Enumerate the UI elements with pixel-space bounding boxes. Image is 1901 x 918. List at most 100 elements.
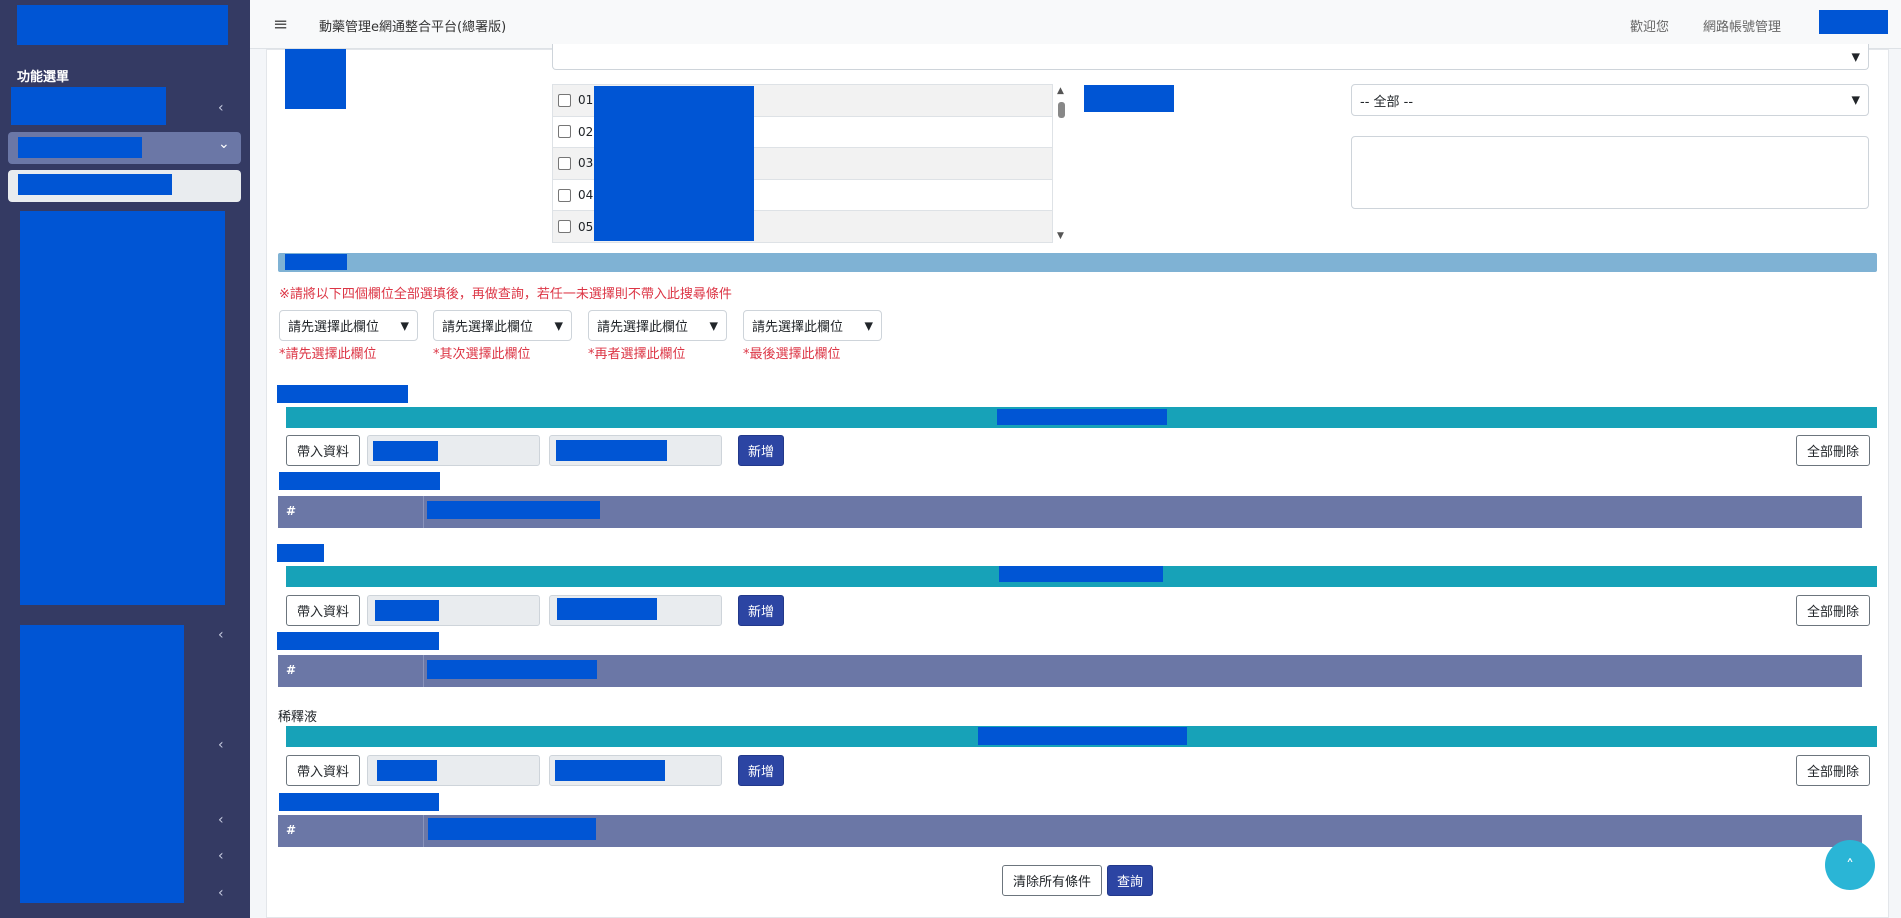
section-header-label (285, 254, 347, 270)
section-2-table-column-header (427, 660, 597, 679)
all-select[interactable]: -- 全部 -- ▼ (1351, 84, 1869, 116)
chevron-left-icon[interactable]: ‹ (218, 627, 224, 643)
section-2-table-caption (277, 632, 439, 650)
table-header-divider (423, 496, 424, 528)
remarks-textarea[interactable] (1351, 136, 1869, 209)
clear-all-conditions-button[interactable]: 清除所有條件 (1002, 865, 1102, 896)
section-1-delete-all-button[interactable]: 全部刪除 (1796, 435, 1870, 466)
chevron-down-icon: ▼ (1851, 93, 1860, 107)
scroll-to-top-button[interactable]: ˄ (1825, 840, 1875, 890)
section-3-import-button[interactable]: 帶入資料 (286, 755, 360, 786)
chevron-up-icon: ˄ (1846, 855, 1854, 875)
table-header-divider (423, 655, 424, 687)
filter-label-block-2 (1084, 85, 1174, 112)
field-hint-3: *再者選擇此欄位 (588, 347, 686, 362)
section-3-table-caption (279, 793, 439, 811)
field-select-2-value: 請先選擇此欄位 (442, 320, 534, 335)
section-3-bar-label (978, 727, 1187, 745)
section-3-input-2-value (555, 760, 665, 781)
table-hash-header: # (286, 504, 297, 518)
checkbox-label: 02 (578, 124, 594, 139)
section-3-label: 稀釋液 (278, 710, 318, 725)
chevron-left-icon[interactable]: ‹ (218, 100, 224, 116)
checkbox-label: 03 (578, 156, 594, 171)
section-3-delete-all-button[interactable]: 全部刪除 (1796, 755, 1870, 786)
table-hash-header: # (286, 823, 297, 837)
chevron-down-icon: ▼ (709, 319, 718, 332)
checkbox-label: 05 (578, 219, 594, 234)
checkbox[interactable] (558, 220, 571, 234)
table-header-divider (423, 815, 424, 847)
section-1-input-2-value (556, 440, 667, 461)
table-hash-header: # (286, 663, 297, 677)
checkbox-list-redacted-labels (594, 86, 754, 241)
section-2-delete-all-button[interactable]: 全部刪除 (1796, 595, 1870, 626)
checkbox[interactable] (558, 93, 571, 107)
chevron-down-icon[interactable]: ⌄ (218, 136, 230, 152)
section-3-table-column-header (428, 818, 596, 840)
all-select-value: -- 全部 -- (1360, 94, 1414, 110)
section-1-import-button[interactable]: 帶入資料 (286, 435, 360, 466)
chevron-down-icon: ▼ (400, 319, 409, 332)
section-header-bar (278, 253, 1877, 272)
section-1-add-button[interactable]: 新增 (738, 435, 784, 466)
chevron-down-icon: ▼ (554, 319, 563, 332)
sidebar-subitem-active-label[interactable] (18, 174, 172, 195)
section-1-table-column-header (427, 501, 600, 519)
section-1-input-1-value (373, 441, 438, 461)
field-hint-1: *請先選擇此欄位 (279, 347, 377, 362)
field-hint-2: *其次選擇此欄位 (433, 347, 531, 362)
chevron-left-icon[interactable]: ‹ (218, 812, 224, 828)
field-hint-4: *最後選擇此欄位 (743, 347, 841, 362)
field-select-4[interactable]: 請先選擇此欄位 ▼ (743, 310, 882, 341)
section-3-input-1-value (377, 760, 437, 781)
top-select[interactable]: ▼ (552, 44, 1869, 70)
section-2-input-2-value (557, 598, 657, 620)
section-1-label (277, 385, 408, 403)
checkbox[interactable] (558, 188, 571, 202)
field-select-1[interactable]: 請先選擇此欄位 ▼ (279, 310, 418, 341)
section-1-bar-label (997, 409, 1167, 425)
chevron-down-icon: ▼ (864, 319, 873, 332)
chevron-left-icon[interactable]: ‹ (218, 848, 224, 864)
chevron-left-icon[interactable]: ‹ (218, 885, 224, 901)
checkbox[interactable] (558, 156, 571, 170)
field-select-1-value: 請先選擇此欄位 (288, 320, 380, 335)
account-management-link[interactable]: 網路帳號管理 (1703, 16, 1781, 35)
field-select-2[interactable]: 請先選擇此欄位 ▼ (433, 310, 572, 341)
sidebar-menu-heading: 功能選單 (17, 70, 70, 85)
sidebar-item-active-group-label[interactable] (18, 137, 142, 158)
sidebar-lower-items[interactable] (20, 625, 184, 903)
query-button[interactable]: 查詢 (1107, 865, 1153, 896)
welcome-text: 歡迎您 (1630, 20, 1670, 35)
hamburger-menu-icon[interactable]: ≡ (273, 14, 288, 35)
sidebar: 功能選單 ‹ ⌄ ‹ ‹ ‹ ‹ ‹ (0, 0, 250, 918)
section-1-table-caption (279, 472, 440, 490)
sidebar-item-1[interactable] (11, 87, 166, 125)
section-2-bar-label (999, 566, 1163, 582)
sidebar-logo[interactable] (17, 5, 228, 45)
notice-text: ※請將以下四個欄位全部選填後，再做查詢，若任一未選擇則不帶入此搜尋條件 (279, 287, 732, 302)
sidebar-subitems-block[interactable] (20, 211, 225, 605)
field-select-3[interactable]: 請先選擇此欄位 ▼ (588, 310, 727, 341)
field-select-4-value: 請先選擇此欄位 (752, 320, 844, 335)
filter-label-block (285, 49, 346, 109)
checkbox-list-scrollbar[interactable]: ▲ ▼ (1053, 84, 1069, 243)
chevron-down-icon: ▼ (1851, 50, 1860, 63)
user-menu[interactable] (1819, 10, 1888, 34)
scroll-thumb[interactable] (1058, 102, 1065, 118)
checkbox-label: 01 (578, 93, 594, 108)
checkbox-label: 04 (578, 188, 594, 203)
top-navbar: ≡ 動藥管理e網通整合平台(總署版) 歡迎您 網路帳號管理 (250, 0, 1901, 49)
field-select-3-value: 請先選擇此欄位 (597, 320, 689, 335)
scroll-up-icon[interactable]: ▲ (1057, 86, 1064, 96)
page-title: 動藥管理e網通整合平台(總署版) (319, 20, 507, 35)
section-2-add-button[interactable]: 新增 (738, 595, 784, 626)
chevron-left-icon[interactable]: ‹ (218, 737, 224, 753)
section-3-add-button[interactable]: 新增 (738, 755, 784, 786)
section-2-input-1-value (375, 600, 439, 621)
section-2-import-button[interactable]: 帶入資料 (286, 595, 360, 626)
scroll-down-icon[interactable]: ▼ (1057, 231, 1064, 241)
section-2-label (277, 544, 324, 562)
checkbox[interactable] (558, 125, 571, 139)
